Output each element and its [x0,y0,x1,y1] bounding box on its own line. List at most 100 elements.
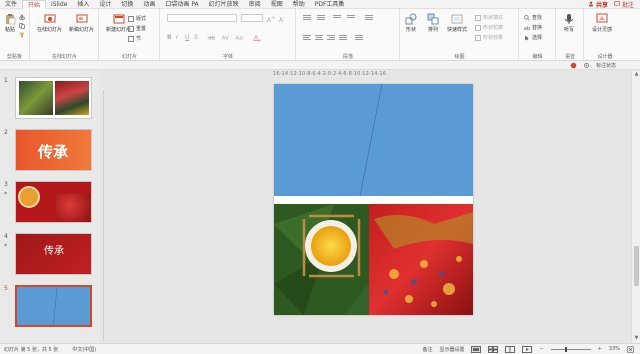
tab-insert[interactable]: 插入 [72,0,94,9]
bold-button[interactable]: B [167,34,172,41]
menu-right: 共享 批注 [588,0,640,9]
new-slide-icon [113,14,124,24]
zoom-level[interactable]: 33% [609,346,620,352]
tab-islide[interactable]: iSlide [46,0,72,9]
shape-effects-button[interactable]: 形状效果 [475,34,503,41]
tea-and-fabric-image[interactable] [274,204,473,315]
select-button[interactable]: 选择 [524,34,542,41]
tab-file[interactable]: 文件 [0,0,22,9]
strikethrough-icon[interactable]: ab [207,34,215,41]
quick-styles-icon [451,14,463,24]
shape-fill-label: 形状填充 [483,15,504,21]
shapes-button[interactable]: 形状 [405,13,417,33]
shape-outline-button[interactable]: 形状轮廓 [475,24,503,31]
shape-fill-button[interactable]: 形状填充 [475,14,503,21]
font-color-icon[interactable]: A [253,34,261,41]
tab-pdf-tools[interactable]: PDF工具集 [310,0,350,9]
tab-transitions[interactable]: 切换 [116,0,138,9]
tab-animations[interactable]: 动画 [138,0,160,9]
tab-design[interactable]: 设计 [94,0,116,9]
tab-slideshow[interactable]: 幻灯片放映 [204,0,244,9]
dictate-button[interactable]: 听写 [563,13,575,33]
tab-home[interactable]: 开始 [22,0,47,9]
slide-thumbnail-5[interactable]: 5 [0,283,100,331]
tab-view[interactable]: 视图 [266,0,288,9]
slide-thumbnail-3[interactable]: 3 * [0,179,100,227]
slide-sorter-icon[interactable] [488,345,499,353]
fit-to-window-icon[interactable] [627,345,634,353]
horizontal-ruler: 16·14·12·10·8·6·4·2·0·2·4·6·8·10·12·14·1… [273,71,387,77]
animation-star-icon: * [4,243,7,250]
font-size-box[interactable] [241,14,263,22]
zoom-in-button[interactable]: + [598,346,602,352]
thumbnail-title: 传承 [44,246,64,257]
svg-text:ab: ab [524,25,530,30]
display-settings-button[interactable]: 显示器设置 [439,346,464,353]
tab-review[interactable]: 审阅 [244,0,266,9]
zoom-slider-thumb[interactable] [564,346,567,352]
scroll-down-arrow[interactable]: ▼ [632,335,640,343]
language-indicator[interactable]: 中文(中国) [72,346,96,353]
scroll-up-arrow[interactable]: ▲ [632,71,640,79]
thumbnail-number: 5 [4,285,8,292]
record-icon[interactable] [570,62,577,69]
section-button[interactable]: 节 [128,35,141,42]
online-slides-button[interactable]: 在线幻灯片 [37,13,62,33]
layout-button[interactable]: 版式 [128,15,146,22]
font-group: A+ A- B I U S ab AV Aa A 字体 [161,9,296,61]
shrink-font-icon[interactable]: A- [279,15,285,24]
editing-group-label: 编辑 [532,54,543,60]
slideshow-icon[interactable] [522,345,533,353]
thumbnail-image [15,285,92,327]
format-painter-icon[interactable] [19,32,25,38]
thumbnail-image [15,181,92,223]
vertical-scrollbar[interactable]: ▲ ▼ [631,71,640,343]
italic-button[interactable]: I [176,34,178,41]
display-settings-label: 显示器设置 [439,346,465,353]
char-spacing-icon[interactable]: AV [221,34,229,41]
shadow-button[interactable]: S [194,34,198,41]
reset-button[interactable]: 重置 [128,25,146,32]
slide-thumbnail-2[interactable]: 2 传承 [0,127,100,175]
tab-pocket-animation[interactable]: 口袋动画 PA [160,0,203,9]
notes-button[interactable]: 备注 [422,346,432,353]
paste-button[interactable]: 粘贴 [4,13,16,33]
slide-thumbnail-4[interactable]: 4 * 传承 [0,231,100,279]
design-ideas-icon [596,13,608,23]
list-icons[interactable] [303,14,393,21]
grow-font-icon[interactable]: A+ [267,15,275,24]
current-slide[interactable] [274,84,473,315]
thumbnail-title: 传承 [38,143,69,161]
comment-button[interactable]: 批注 [614,0,634,9]
align-icons[interactable] [303,34,393,41]
comment-label: 批注 [621,1,634,9]
scrollbar-thumb[interactable] [634,246,639,286]
quick-styles-button[interactable]: 快速样式 [447,13,467,33]
slide-thumbnail-1[interactable]: 1 [0,75,100,123]
photo-placeholder [274,204,473,315]
copy-icon[interactable] [19,23,25,29]
mark-status-button[interactable]: 标注状态 [596,62,616,69]
find-button[interactable]: 查找 [524,14,542,21]
thumbnail-image: 传承 [15,233,92,275]
tab-help[interactable]: 帮助 [288,0,310,9]
shape-outline-label: 形状轮廓 [483,25,504,31]
zoom-slider[interactable] [550,346,591,352]
cut-icon[interactable] [19,14,25,20]
editing-group: 查找 ab 替换 选择 编辑 [520,9,556,61]
blue-rectangle-shape[interactable] [274,84,473,196]
underline-button[interactable]: U [185,34,189,41]
new-online-slides-button[interactable]: 新稿幻灯片 [69,13,94,33]
arrange-button[interactable]: 排列 [427,13,439,33]
change-case-icon[interactable]: Aa [235,34,243,41]
normal-view-icon[interactable] [471,345,482,353]
replace-button[interactable]: ab 替换 [524,24,542,31]
reading-view-icon[interactable] [505,345,516,353]
font-name-box[interactable] [167,14,237,22]
online-slides-label: 在线幻灯片 [37,27,63,33]
zoom-out-button[interactable]: − [539,346,543,352]
reset-label: 重置 [136,26,147,32]
design-ideas-button[interactable]: 设计灵感 [592,13,612,33]
settings-icon[interactable] [583,62,590,69]
share-button[interactable]: 共享 [588,0,608,9]
